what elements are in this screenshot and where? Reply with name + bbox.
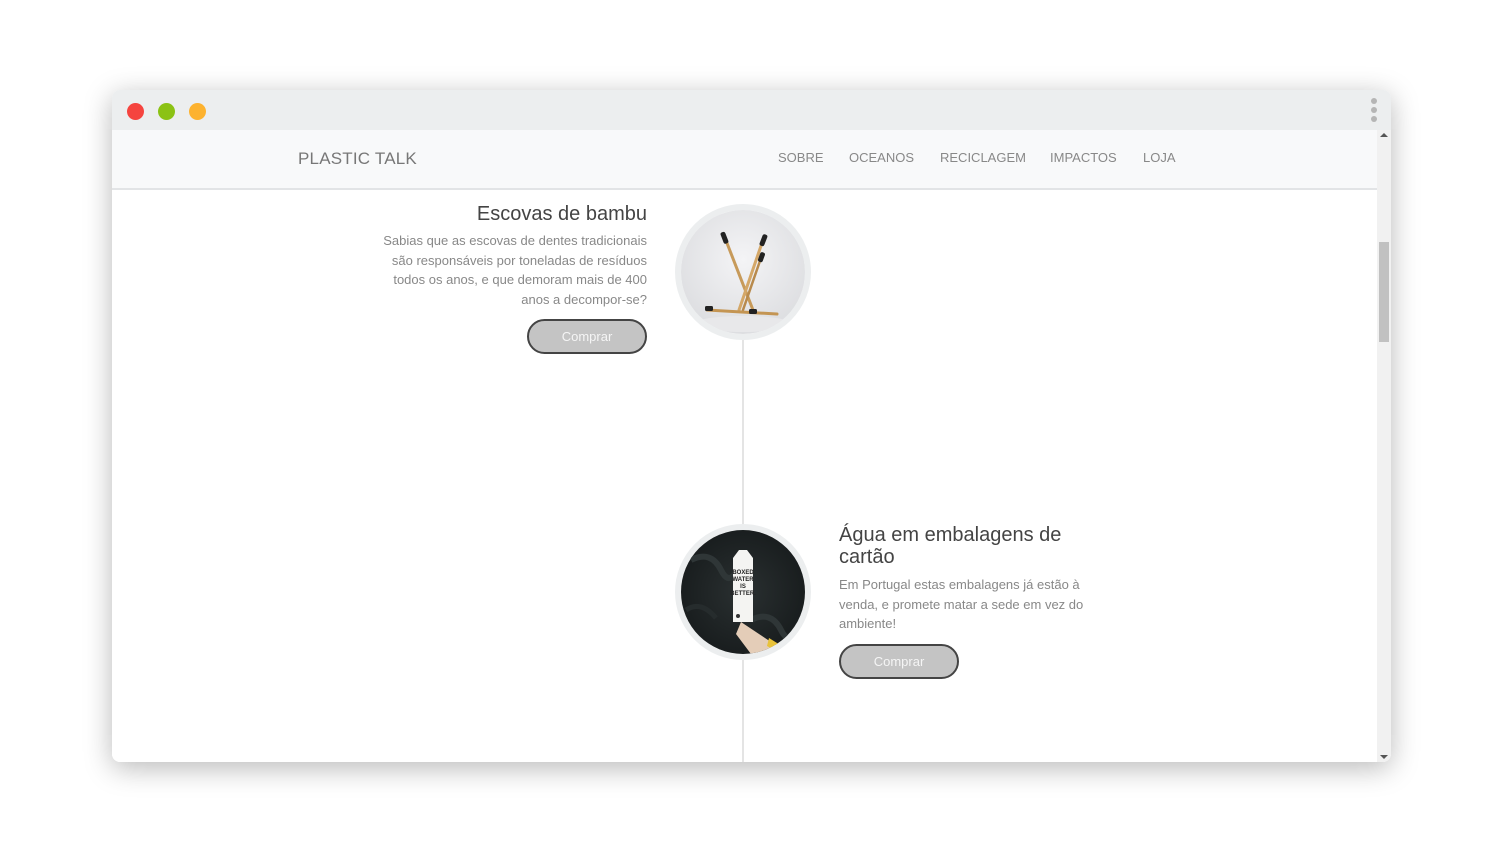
- carton-text-line: BETTER.: [730, 591, 756, 597]
- nav-link-oceanos[interactable]: OCEANOS: [849, 150, 914, 165]
- carton-text-line: IS: [740, 584, 746, 590]
- title-line: cartão: [839, 546, 895, 568]
- description-line: Sabias que as escovas de dentes tradicio…: [383, 233, 647, 248]
- timeline-line: [742, 280, 744, 762]
- boxed-water-carton-image: BOXED WATER IS BETTER.: [675, 524, 811, 660]
- navbar: PLASTIC TALK SOBRE OCEANOS RECICLAGEM IM…: [112, 130, 1377, 190]
- nav-link-sobre[interactable]: SOBRE: [778, 150, 824, 165]
- description-line: ambiente!: [839, 616, 897, 631]
- description-line: todos os anos, e que demoram mais de 400: [393, 272, 647, 287]
- boxed-water-illustration: BOXED WATER IS BETTER.: [681, 530, 805, 654]
- scroll-down-arrow-icon[interactable]: [1380, 755, 1388, 759]
- title-line: Água em embalagens de: [839, 524, 1062, 546]
- nav-link-reciclagem[interactable]: RECICLAGEM: [940, 150, 1026, 165]
- buy-button-water[interactable]: Comprar: [839, 644, 959, 679]
- nav-link-loja[interactable]: LOJA: [1143, 150, 1176, 165]
- description-line: anos a decompor-se?: [521, 291, 647, 307]
- title-bar: [112, 90, 1391, 130]
- scroll-up-arrow-icon[interactable]: [1380, 133, 1388, 137]
- page-viewport: PLASTIC TALK SOBRE OCEANOS RECICLAGEM IM…: [112, 130, 1377, 762]
- bamboo-toothbrushes-image: [675, 204, 811, 340]
- buy-button-bamboo[interactable]: Comprar: [527, 319, 647, 354]
- product-title-water: Água em embalagens de cartão: [839, 524, 1061, 568]
- bamboo-toothbrushes-illustration: [681, 210, 805, 334]
- description-line: são responsáveis por toneladas de resídu…: [391, 252, 647, 268]
- nav-link-impactos[interactable]: IMPACTOS: [1050, 150, 1117, 165]
- browser-window: PLASTIC TALK SOBRE OCEANOS RECICLAGEM IM…: [112, 90, 1391, 762]
- product-description-bamboo: Sabias que as escovas de dentes tradicio…: [347, 231, 647, 309]
- carton-text-line: BOXED: [732, 570, 754, 576]
- carton-text-line: WATER: [732, 577, 754, 583]
- maximize-window-button[interactable]: [189, 103, 206, 120]
- vertical-scrollbar[interactable]: [1377, 130, 1391, 762]
- close-window-button[interactable]: [127, 103, 144, 120]
- description-line: Em Portugal estas embalagens já estão à: [839, 577, 1080, 592]
- product-description-water: Em Portugal estas embalagens já estão à …: [839, 575, 1119, 634]
- description-line: venda, e promete matar a sede em vez do: [839, 596, 1084, 612]
- brand-logo[interactable]: PLASTIC TALK: [298, 149, 417, 169]
- minimize-window-button[interactable]: [158, 103, 175, 120]
- scrollbar-thumb[interactable]: [1379, 242, 1389, 342]
- more-options-icon[interactable]: [1369, 98, 1379, 124]
- product-title-bamboo: Escovas de bambu: [476, 203, 647, 225]
